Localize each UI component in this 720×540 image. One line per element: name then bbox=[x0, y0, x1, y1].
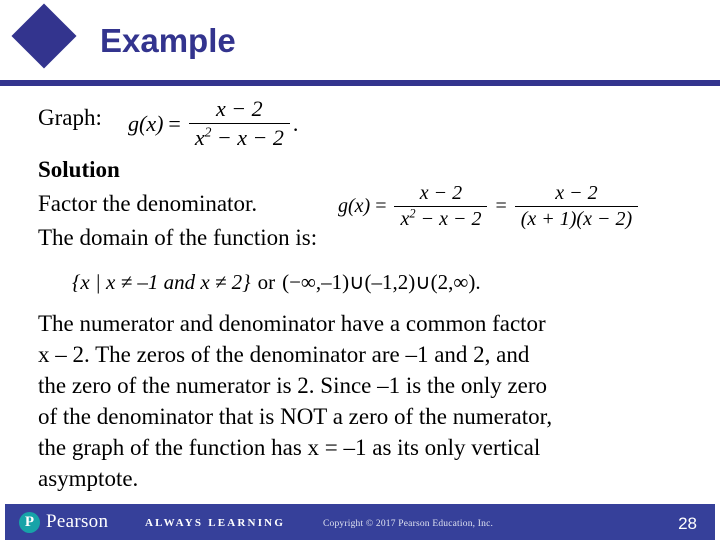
paragraph-line: The numerator and denominator have a com… bbox=[38, 311, 546, 336]
eq2-equals-1: = bbox=[375, 195, 387, 217]
eq2-numerator-1: x − 2 bbox=[419, 182, 463, 204]
domain-interval: (−∞,–1)∪(–1,2)∪(2,∞). bbox=[282, 270, 481, 294]
eq1-equals: = bbox=[168, 110, 181, 136]
footer-tagline: ALWAYS LEARNING bbox=[145, 517, 286, 529]
eq1-lhs: g(x) bbox=[128, 110, 164, 136]
eq1-fraction: x − 2 x2 − x − 2 bbox=[188, 96, 290, 151]
equation-function-definition: g(x) = x − 2 x2 − x − 2 . bbox=[128, 96, 298, 151]
eq1-numerator: x − 2 bbox=[216, 96, 263, 121]
diamond-icon bbox=[11, 3, 77, 69]
paragraph-line: the zero of the numerator is 2. Since –1… bbox=[38, 373, 548, 398]
pearson-mark-icon: P bbox=[19, 511, 40, 533]
pearson-wordmark: Pearson bbox=[46, 511, 109, 532]
paragraph-line: asymptote. bbox=[38, 466, 139, 491]
eq1-denominator: x2 − x − 2 bbox=[188, 123, 290, 151]
domain-set-builder: {x | x ≠ –1 and x ≠ 2} bbox=[72, 270, 251, 294]
eq2-equals-2: = bbox=[495, 195, 507, 217]
page-number: 28 bbox=[678, 514, 697, 533]
copyright-notice: Copyright © 2017 Pearson Education, Inc. bbox=[323, 519, 494, 529]
eq2-lhs: g(x) bbox=[338, 195, 371, 217]
graph-label: Graph: bbox=[38, 105, 102, 130]
paragraph-line: of the denominator that is NOT a zero of… bbox=[38, 404, 553, 429]
eq2-fraction-2: x − 2 (x + 1)(x − 2) bbox=[514, 182, 639, 231]
paragraph-line: the graph of the function has x = –1 as … bbox=[38, 435, 541, 460]
slide: Example Graph: Solution Factor the denom… bbox=[0, 0, 720, 540]
equation-domain: {x | x ≠ –1 and x ≠ 2} or (−∞,–1)∪(–1,2)… bbox=[72, 270, 481, 295]
page-title: Example bbox=[100, 22, 236, 59]
paragraph-line: x – 2. The zeros of the denominator are … bbox=[38, 342, 530, 367]
domain-or: or bbox=[257, 270, 276, 294]
eq2-fraction-1: x − 2 x2 − x − 2 bbox=[394, 182, 488, 231]
domain-lead-text: The domain of the function is: bbox=[38, 225, 318, 250]
solution-heading: Solution bbox=[38, 157, 120, 182]
eq2-denominator-2: (x + 1)(x − 2) bbox=[514, 206, 639, 231]
eq2-numerator-2: x − 2 bbox=[555, 182, 598, 204]
eq2-denominator-1: x2 − x − 2 bbox=[394, 206, 488, 231]
factor-instruction: Factor the denominator. bbox=[38, 191, 258, 216]
eq1-period: . bbox=[292, 110, 299, 136]
explanation-paragraph: The numerator and denominator have a com… bbox=[38, 308, 698, 494]
footer-bar: P Pearson ALWAYS LEARNING Copyright © 20… bbox=[5, 504, 715, 540]
equation-factored-form: g(x) = x − 2 x2 − x − 2 = x − 2 (x + 1)(… bbox=[338, 182, 641, 231]
pearson-logo: P Pearson bbox=[19, 511, 108, 533]
